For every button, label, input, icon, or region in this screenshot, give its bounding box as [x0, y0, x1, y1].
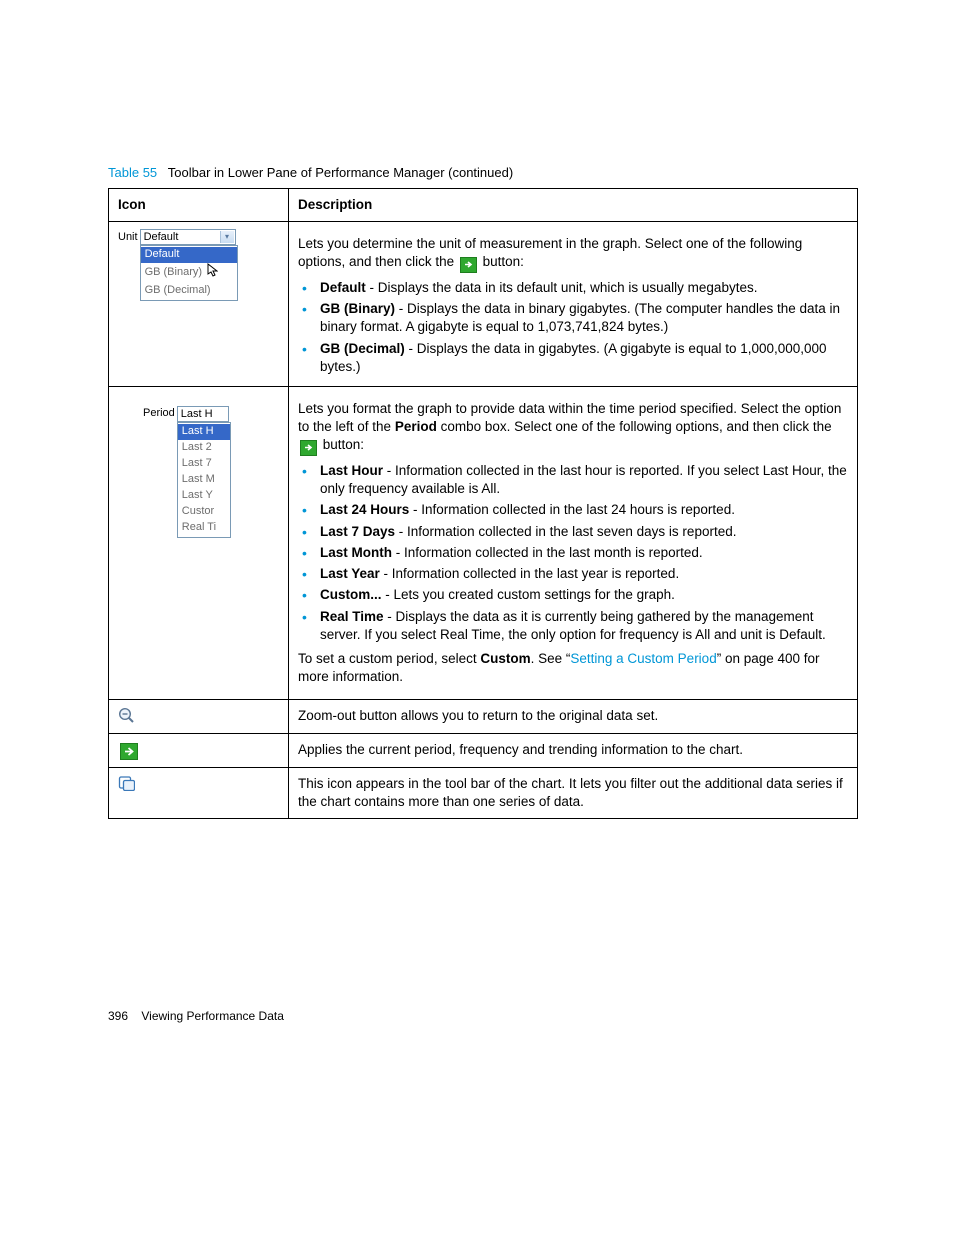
list-item: Last Hour - Information collected in the…: [320, 462, 848, 498]
unit-dropdown-screenshot: Unit Default ▾ Unit Default GB (Binary): [118, 229, 279, 301]
list-item: Last 24 Hours - Information collected in…: [320, 501, 848, 519]
apply-icon: [460, 257, 477, 273]
period-description-intro: Lets you format the graph to provide dat…: [298, 400, 848, 456]
table-row: This icon appears in the tool bar of the…: [109, 767, 858, 818]
list-item: Real Time - Displays the data as it is c…: [320, 608, 848, 644]
period-option[interactable]: Last M: [178, 472, 230, 488]
unit-options-desc: Default - Displays the data in its defau…: [298, 279, 848, 376]
page-footer: 396 Viewing Performance Data: [108, 1009, 858, 1023]
unit-option[interactable]: GB (Binary): [141, 263, 237, 283]
list-item: GB (Decimal) - Displays the data in giga…: [320, 340, 848, 376]
header-icon: Icon: [109, 189, 289, 222]
table-caption: Table 55 Toolbar in Lower Pane of Perfor…: [108, 165, 858, 180]
filter-series-icon: [118, 775, 279, 791]
cursor-arrow-icon: [207, 263, 218, 283]
setting-custom-period-link[interactable]: Setting a Custom Period: [570, 651, 716, 666]
list-item: Last 7 Days - Information collected in t…: [320, 523, 848, 541]
period-options-list[interactable]: Last H Last 2 Last 7 Last M Last Y Custo…: [177, 422, 231, 538]
apply-icon: [300, 440, 317, 456]
list-item: Custom... - Lets you created custom sett…: [320, 586, 848, 604]
list-item: Last Month - Information collected in th…: [320, 544, 848, 562]
unit-selected-value: Default: [144, 230, 179, 245]
toolbar-table: Icon Description Unit Default ▾ Unit: [108, 188, 858, 819]
period-option[interactable]: Last 7: [178, 456, 230, 472]
table-title: Toolbar in Lower Pane of Performance Man…: [168, 165, 513, 180]
period-option[interactable]: Custor: [178, 504, 230, 520]
table-row: Period Last H Last H Last 2 Last 7 Last …: [109, 387, 858, 700]
period-option[interactable]: Last 2: [178, 440, 230, 456]
header-description: Description: [289, 189, 858, 222]
footer-title: Viewing Performance Data: [141, 1009, 284, 1023]
table-row: Zoom-out button allows you to return to …: [109, 700, 858, 733]
period-custom-note: To set a custom period, select Custom. S…: [298, 650, 848, 686]
period-select[interactable]: Last H: [177, 406, 229, 422]
zoomout-description: Zoom-out button allows you to return to …: [289, 700, 858, 733]
zoom-out-icon: [118, 707, 279, 723]
unit-label: Unit: [118, 230, 138, 245]
table-row: Unit Default ▾ Unit Default GB (Binary): [109, 222, 858, 387]
list-item: Last Year - Information collected in the…: [320, 565, 848, 583]
unit-option[interactable]: GB (Decimal): [141, 283, 237, 299]
unit-description-intro: Lets you determine the unit of measureme…: [298, 235, 848, 273]
list-item: Default - Displays the data in its defau…: [320, 279, 848, 297]
period-selected-value: Last H: [181, 408, 213, 420]
page-number: 396: [108, 1009, 128, 1023]
apply-description: Applies the current period, frequency an…: [289, 733, 858, 767]
table-number: Table 55: [108, 165, 157, 180]
period-option[interactable]: Real Ti: [178, 520, 230, 536]
period-options-desc: Last Hour - Information collected in the…: [298, 462, 848, 644]
unit-options-list[interactable]: Default GB (Binary) GB (Decimal): [140, 245, 238, 301]
period-dropdown-screenshot: Period Last H Last H Last 2 Last 7 Last …: [143, 406, 279, 538]
apply-icon: [120, 743, 138, 760]
period-option[interactable]: Last H: [178, 424, 230, 440]
chevron-down-icon: ▾: [220, 231, 234, 243]
unit-option[interactable]: Default: [141, 247, 237, 263]
filter-description: This icon appears in the tool bar of the…: [289, 767, 858, 818]
list-item: GB (Binary) - Displays the data in binar…: [320, 300, 848, 336]
period-label: Period: [143, 406, 175, 421]
document-page: Table 55 Toolbar in Lower Pane of Perfor…: [0, 0, 954, 1083]
unit-select[interactable]: Default ▾: [140, 229, 236, 245]
period-option[interactable]: Last Y: [178, 488, 230, 504]
table-row: Applies the current period, frequency an…: [109, 733, 858, 767]
